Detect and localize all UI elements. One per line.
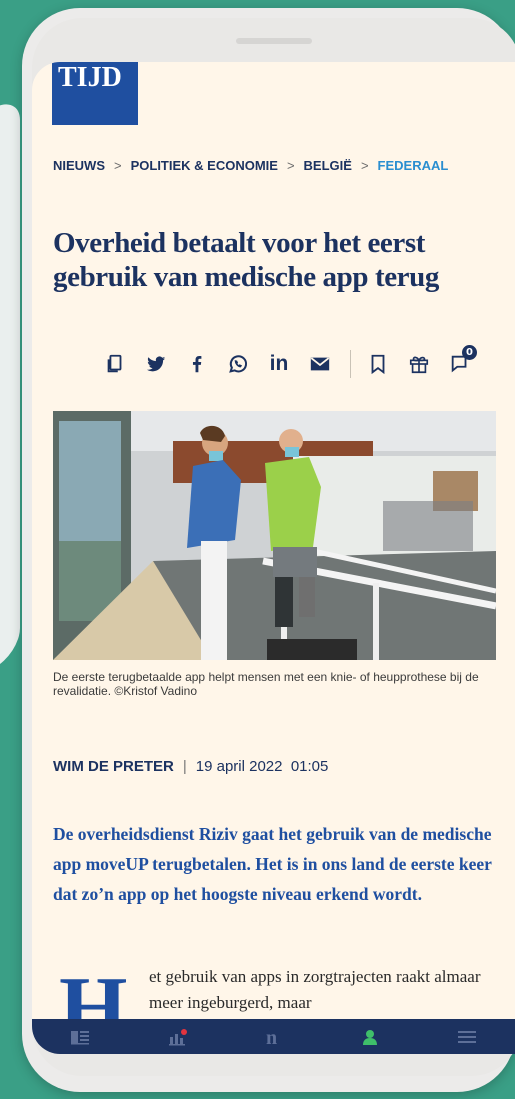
breadcrumb-separator: > <box>360 158 369 173</box>
facebook-icon[interactable] <box>186 353 208 375</box>
breadcrumb-item-belgie[interactable]: BELGIË <box>304 158 352 173</box>
breadcrumb: NIEUWS > POLITIEK & ECONOMIE > BELGIË > FEDERA… <box>53 158 448 173</box>
comment-count-badge: 0 <box>462 345 477 360</box>
share-bar: in 0 <box>104 344 490 384</box>
byline-separator: | <box>182 758 187 775</box>
article-lead: De overheidsdienst Riziv gaat het gebrui… <box>53 824 492 904</box>
background-card <box>0 94 20 686</box>
mail-icon[interactable] <box>309 353 331 375</box>
n-logo-icon: n <box>266 1028 277 1046</box>
photo-caption: De eerste terugbetaalde app helpt mensen… <box>53 670 479 698</box>
whatsapp-icon[interactable] <box>227 353 249 375</box>
breadcrumb-item-politiek-economie[interactable]: POLITIEK & ECONOMIE <box>131 158 278 173</box>
tab-home[interactable]: n <box>225 1019 322 1054</box>
copy-icon[interactable] <box>104 353 126 375</box>
article-body: H et gebruik van apps in zorgtrajecten r… <box>53 964 498 1053</box>
svg-text:n: n <box>266 1028 277 1046</box>
breadcrumb-item-federaal[interactable]: FEDERAAL <box>378 158 449 173</box>
news-icon <box>71 1030 90 1044</box>
breadcrumb-separator: > <box>286 158 295 173</box>
linkedin-icon[interactable]: in <box>268 352 290 375</box>
tijd-logo[interactable]: TIJD <box>52 62 138 125</box>
account-icon <box>363 1029 378 1045</box>
markets-icon <box>168 1028 187 1045</box>
tab-account[interactable] <box>322 1019 419 1054</box>
twitter-icon[interactable] <box>145 353 167 375</box>
author-name[interactable]: WIM DE PRETER <box>53 758 174 775</box>
bottom-tab-bar: n <box>32 1019 515 1054</box>
publish-date: 19 april 2022 <box>195 758 283 775</box>
share-divider <box>350 350 351 378</box>
breadcrumb-separator: > <box>114 158 122 173</box>
tab-menu[interactable] <box>418 1019 515 1054</box>
breadcrumb-item-nieuws[interactable]: NIEUWS <box>53 158 105 173</box>
byline: WIM DE PRETER | 19 april 2022 01:05 <box>53 758 328 775</box>
article-photo[interactable] <box>53 411 496 660</box>
gift-icon[interactable] <box>408 353 430 375</box>
comment-icon[interactable]: 0 <box>449 345 477 375</box>
phone-speaker <box>236 38 312 44</box>
tab-news[interactable] <box>32 1019 129 1054</box>
menu-icon <box>457 1030 476 1043</box>
app-screen: TIJD NIEUWS > POLITIEK & ECONOMIE > BELGIË > F… <box>32 62 515 1054</box>
tab-markets[interactable] <box>129 1019 226 1054</box>
publish-time: 01:05 <box>290 758 329 775</box>
article-title: Overheid betaalt voor het eerst gebruik … <box>53 227 439 293</box>
bookmark-icon[interactable] <box>367 353 389 375</box>
logo-text: TIJD <box>58 62 122 93</box>
